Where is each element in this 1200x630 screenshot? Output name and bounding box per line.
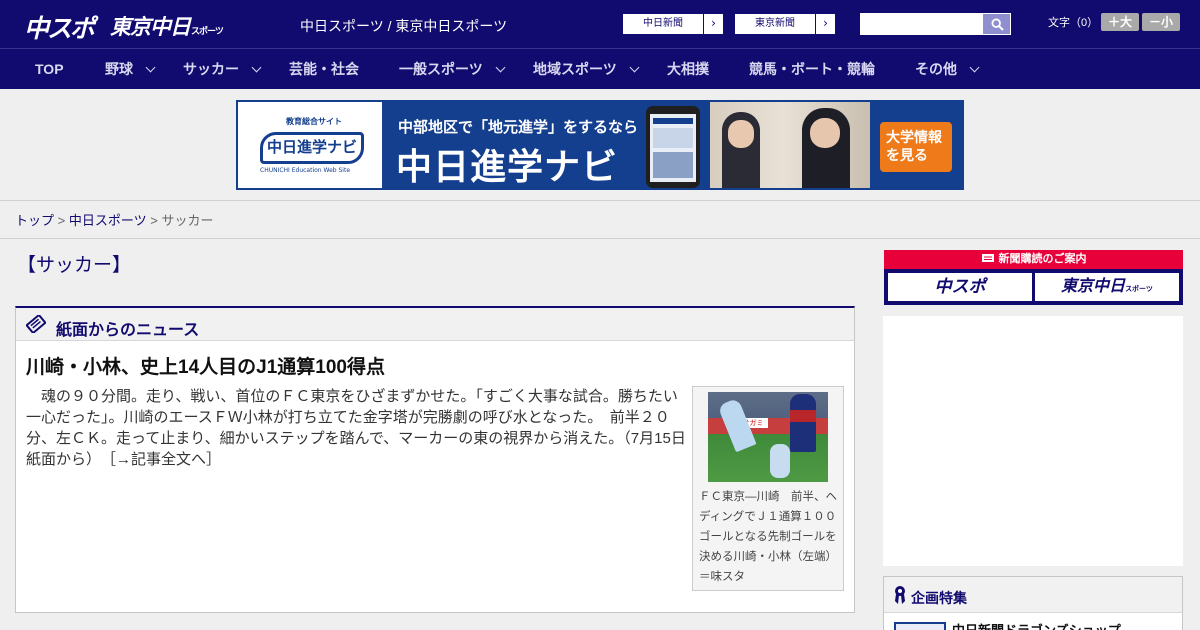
paper-link-label: 東京新聞 bbox=[755, 18, 795, 29]
nav-item-general-sports[interactable]: 一般スポーツ bbox=[399, 49, 506, 90]
nav-label: 地域スポーツ bbox=[533, 61, 617, 77]
font-larger-button[interactable]: ＋大 bbox=[1101, 13, 1139, 31]
ribbon-icon bbox=[895, 586, 905, 604]
breadcrumb-separator: > bbox=[150, 213, 158, 228]
special-features-box: 企画特集 中日新聞ドラゴンズショップ bbox=[883, 576, 1183, 630]
breadcrumb-top[interactable]: トップ bbox=[15, 213, 54, 228]
students-photo bbox=[710, 102, 870, 188]
article-photo-box: サガミ ＦＣ東京―川崎 前半、ヘディングでＪ１通算１００ゴールとなる先制ゴールを… bbox=[692, 386, 844, 591]
nav-item-other[interactable]: その他 bbox=[915, 49, 980, 90]
chevron-right-icon: › bbox=[703, 14, 723, 34]
tokyo-shimbun-link[interactable]: 東京新聞 › bbox=[734, 13, 836, 35]
dragons-shop-link[interactable]: 中日新聞ドラゴンズショップ bbox=[952, 620, 1121, 630]
shingaku-navi-banner[interactable]: 教育総合サイト 中日進学ナビ CHUNICHI Education Web Si… bbox=[236, 100, 964, 190]
subscription-header: 新聞購読のご案内 bbox=[884, 250, 1183, 269]
font-size-label: 文字（0） bbox=[1048, 17, 1099, 29]
subscription-title: 新聞購読のご案内 bbox=[998, 253, 1087, 265]
breadcrumb-chunichi-sports[interactable]: 中日スポーツ bbox=[69, 213, 147, 228]
chevron-down-icon bbox=[629, 62, 640, 73]
nav-item-baseball[interactable]: 野球 bbox=[105, 49, 156, 90]
subscription-box: 新聞購読のご案内 中スポ 東京中日スポーツ bbox=[884, 250, 1183, 305]
search-icon bbox=[991, 18, 1004, 31]
article-photo[interactable]: サガミ bbox=[708, 392, 828, 482]
smartphone-image bbox=[646, 106, 700, 188]
nav-item-soccer[interactable]: サッカー bbox=[183, 49, 262, 90]
subscribe-tokyo-small: スポーツ bbox=[1125, 286, 1153, 293]
photo-caption: ＦＣ東京―川崎 前半、ヘディングでＪ１通算１００ゴールとなる先制ゴールを決める川… bbox=[699, 491, 837, 583]
nav-label: 競馬・ボート・競輪 bbox=[749, 61, 875, 77]
nav-label: 大相撲 bbox=[667, 61, 709, 77]
newspaper-icon bbox=[981, 254, 994, 262]
ad-area: 教育総合サイト 中日進学ナビ CHUNICHI Education Web Si… bbox=[0, 89, 1200, 201]
news-box-header: 紙面からのニュース bbox=[16, 308, 854, 341]
subscribe-tokyo-label: 東京中日 bbox=[1061, 278, 1126, 295]
banner-catchphrase: 中部地区で「地元進学」をするなら bbox=[398, 119, 639, 136]
tokyo-logo-text: 東京中日 bbox=[110, 16, 191, 39]
main-nav: TOP 野球 サッカー 芸能・社会 一般スポーツ 地域スポーツ 大相撲 競馬・ボ… bbox=[0, 48, 1200, 89]
chevron-down-icon bbox=[251, 62, 262, 73]
site-title: 中日スポーツ / 東京中日スポーツ bbox=[300, 18, 508, 34]
nav-label: 野球 bbox=[105, 61, 133, 77]
sidebar-ad-slot bbox=[883, 316, 1183, 566]
nav-label: その他 bbox=[915, 61, 957, 77]
tokyo-chunichi-logo[interactable]: 東京中日スポーツ bbox=[110, 11, 224, 41]
search-input[interactable] bbox=[860, 13, 982, 35]
news-box: 紙面からのニュース 川崎・小林、史上14人目のJ1通算100得点 魂の９０分間。… bbox=[15, 306, 855, 613]
nav-label: TOP bbox=[35, 61, 64, 77]
nav-item-local-sports[interactable]: 地域スポーツ bbox=[533, 49, 640, 90]
top-header: 中スポ 東京中日スポーツ 中日スポーツ / 東京中日スポーツ 中日新聞 › 東京… bbox=[0, 0, 1200, 48]
news-box-title: 紙面からのニュース bbox=[56, 322, 200, 339]
nav-item-sumo[interactable]: 大相撲 bbox=[667, 49, 709, 90]
tokyo-logo-small: スポーツ bbox=[191, 26, 224, 36]
breadcrumb-separator: > bbox=[57, 213, 66, 228]
chevron-down-icon bbox=[495, 62, 506, 73]
nav-item-entertainment[interactable]: 芸能・社会 bbox=[289, 49, 359, 90]
special-features-header: 企画特集 bbox=[884, 577, 1182, 613]
chuspo-logo[interactable]: 中スポ bbox=[24, 9, 95, 45]
chevron-down-icon bbox=[145, 62, 156, 73]
subscribe-chuspo-button[interactable]: 中スポ bbox=[888, 273, 1032, 301]
special-features-title: 企画特集 bbox=[911, 590, 967, 606]
nav-label: 芸能・社会 bbox=[289, 61, 359, 77]
nav-item-racing[interactable]: 競馬・ボート・競輪 bbox=[749, 49, 875, 90]
banner-logo-panel: 教育総合サイト 中日進学ナビ CHUNICHI Education Web Si… bbox=[238, 102, 382, 188]
paper-link-label: 中日新聞 bbox=[643, 18, 683, 29]
banner-logo-sub: CHUNICHI Education Web Site bbox=[260, 167, 351, 174]
search-button[interactable] bbox=[982, 13, 1011, 35]
article-body: 魂の９０分間。走り、戦い、首位のＦＣ東京をひざまずかせた。「すごく大事な試合。勝… bbox=[26, 386, 686, 470]
banner-logo-top: 教育総合サイト bbox=[286, 117, 342, 126]
breadcrumb: トップ > 中日スポーツ > サッカー bbox=[15, 210, 213, 229]
phone-screen bbox=[650, 114, 696, 182]
nav-item-top[interactable]: TOP bbox=[35, 49, 64, 90]
nav-label: 一般スポーツ bbox=[399, 61, 483, 77]
banner-title: 中日進学ナビ bbox=[396, 146, 619, 187]
dragons-shop-thumbnail[interactable] bbox=[894, 622, 946, 630]
read-more-link[interactable]: ［→記事全文へ］ bbox=[109, 451, 222, 468]
breadcrumb-current: サッカー bbox=[161, 213, 214, 228]
divider bbox=[0, 238, 1200, 239]
newspaper-icon bbox=[26, 315, 46, 333]
chevron-down-icon bbox=[969, 62, 980, 73]
cta-line-2: を見る bbox=[886, 147, 928, 163]
chevron-right-icon: › bbox=[815, 14, 835, 34]
page-title: 【サッカー】 bbox=[17, 255, 132, 276]
article-headline[interactable]: 川崎・小林、史上14人目のJ1通算100得点 bbox=[26, 352, 385, 379]
banner-logo: 中日進学ナビ bbox=[260, 132, 364, 164]
nav-label: サッカー bbox=[183, 61, 239, 77]
font-smaller-button[interactable]: －小 bbox=[1142, 13, 1180, 31]
banner-cta: 大学情報 を見る bbox=[880, 122, 952, 172]
subscribe-tokyo-chunichi-button[interactable]: 東京中日スポーツ bbox=[1035, 273, 1179, 301]
chunichi-shimbun-link[interactable]: 中日新聞 › bbox=[622, 13, 724, 35]
cta-line-1: 大学情報 bbox=[886, 129, 942, 145]
